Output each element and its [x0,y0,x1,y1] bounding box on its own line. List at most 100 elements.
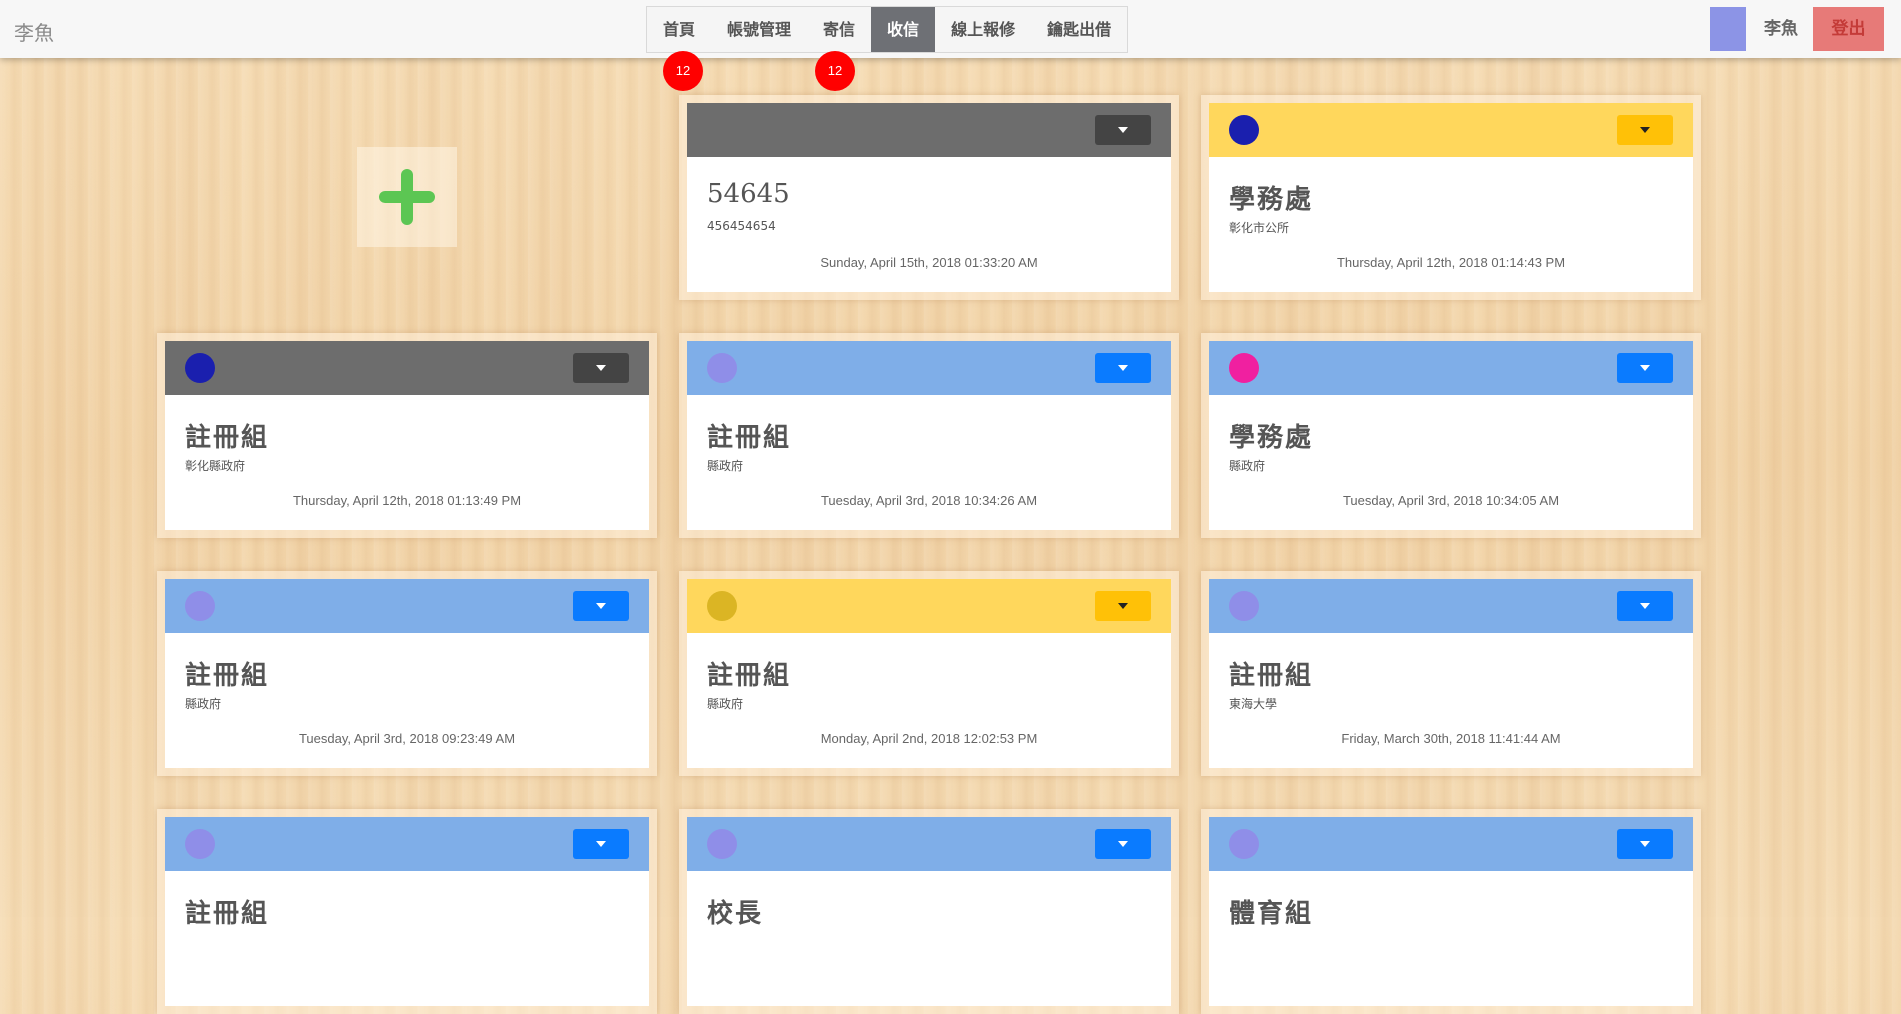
card-header [1209,579,1693,633]
card-dropdown-button[interactable] [1617,829,1673,859]
nav-item-label: 寄信 [823,20,856,39]
user-name[interactable]: 李魚 [1748,7,1814,51]
message-card[interactable]: 註冊組 東海大學 Friday, March 30th, 2018 11:41:44… [1201,571,1701,776]
add-message-button[interactable] [357,147,457,247]
sender-color-dot [1229,829,1259,859]
logout-button[interactable]: 登出 [1813,7,1884,51]
card-header [165,341,649,395]
nav-item-label: 鑰匙出借 [1047,20,1112,39]
caret-down-icon [1640,841,1650,847]
message-card[interactable]: 54645 456454654 Sunday, April 15th, 2018 0… [679,95,1179,300]
main-nav: 首頁 12 帳號管理 寄信 12 收信 線上報修 鑰匙出借 [646,6,1129,91]
nav-item-online-repair[interactable]: 線上報修 [935,7,1031,52]
card-body: 學務處彰化市公所 Thursday, April 12th, 2018 01:14… [1209,103,1693,292]
card-dropdown-button[interactable] [1617,591,1673,621]
card-dropdown-button[interactable] [1095,829,1151,859]
card-timestamp: Tuesday, April 3rd, 2018 09:23:49 AM [298,731,516,746]
card-header [687,103,1171,157]
card-body: 學務處 縣政府 Tuesday, April 3rd, 2018 10:34:05 … [1209,341,1693,530]
sender-color-dot [707,829,737,859]
nav-item-home[interactable]: 首頁 12 [647,7,711,91]
sender-color-dot [185,591,215,621]
caret-down-icon [1118,841,1128,847]
card-timestamp: Sunday, April 15th, 2018 01:33:20 AM [820,255,1038,270]
card-body: 註冊組縣政府 Monday, April 2nd, 2018 12:02:53 P… [687,579,1171,768]
card-title: 54645 [707,179,790,209]
card-header [687,579,1171,633]
message-card[interactable]: 校長 [679,809,1179,1014]
card-timestamp: Tuesday, April 3rd, 2018 10:34:26 AM [820,493,1038,508]
card-title: 體育組 [1229,899,1314,929]
caret-down-icon [1118,127,1128,133]
card-title: 註冊組 [707,661,792,691]
card-sender: 縣政府 [1229,459,1266,473]
nav-item-send-mail[interactable]: 寄信 12 [807,7,871,91]
nav-item-inbox[interactable]: 收信 [871,7,936,52]
card-title: 註冊組 [185,423,270,453]
card-body: 註冊組縣政府 Tuesday, April 3rd, 2018 09:23:49 … [165,579,649,768]
message-card[interactable]: 體育組 [1201,809,1701,1014]
message-card[interactable]: 學務處彰化市公所 Thursday, April 12th, 2018 01:14… [1201,95,1701,300]
sender-color-dot [1229,115,1259,145]
sender-color-dot [1229,591,1259,621]
message-card[interactable]: 學務處 縣政府 Tuesday, April 3rd, 2018 10:34:05 … [1201,333,1701,538]
card-body: 體育組 [1209,817,1693,1006]
card-sender: 縣政府 [185,697,222,711]
caret-down-icon [596,365,606,371]
caret-down-icon [1118,365,1128,371]
card-title: 註冊組 [1229,661,1314,691]
card-timestamp: Monday, April 2nd, 2018 12:02:53 PM [820,731,1038,746]
card-timestamp: Friday, March 30th, 2018 11:41:44 AM [1341,731,1561,746]
caret-down-icon [1640,603,1650,609]
card-header [687,341,1171,395]
card-body: 註冊組 彰化縣政府 Thursday, April 12th, 2018 01:13… [165,341,649,530]
nav-item-account-management[interactable]: 帳號管理 [711,7,807,52]
notification-badge: 12 [663,51,703,91]
card-sender: 彰化市公所 [1229,221,1290,235]
card-dropdown-button[interactable] [573,353,629,383]
message-card[interactable]: 註冊組縣政府 Tuesday, April 3rd, 2018 09:23:49 … [157,571,657,776]
card-body: 註冊組 東海大學 Friday, March 30th, 2018 11:41:44… [1209,579,1693,768]
nav-item-key-lending[interactable]: 鑰匙出借 [1031,7,1127,52]
nav-item-label: 帳號管理 [727,20,792,39]
brand-name[interactable]: 李魚 [14,17,54,46]
card-header [1209,817,1693,871]
card-dropdown-button[interactable] [1095,353,1151,383]
top-navbar: 李魚 首頁 12 帳號管理 寄信 12 收信 線上報修 鑰匙出借 李魚 登出 [0,0,1901,91]
user-color-swatch [1710,7,1746,51]
card-body: 註冊組縣政府 Tuesday, April 3rd, 2018 10:34:26 … [687,341,1171,530]
card-title: 註冊組 [707,423,792,453]
caret-down-icon [596,603,606,609]
card-dropdown-button[interactable] [1095,115,1151,145]
message-card[interactable]: 註冊組 彰化縣政府 Thursday, April 12th, 2018 01:13… [157,333,657,538]
card-dropdown-button[interactable] [573,829,629,859]
card-sender: 縣政府 [707,697,744,711]
card-dropdown-button[interactable] [573,591,629,621]
caret-down-icon [1640,365,1650,371]
card-sender: 彰化縣政府 [185,459,246,473]
card-title: 註冊組 [185,899,270,929]
card-title: 校長 [707,899,764,929]
notification-badge: 12 [815,51,856,91]
card-timestamp: Thursday, April 12th, 2018 01:14:43 PM [1336,255,1566,270]
card-dropdown-button[interactable] [1617,353,1673,383]
caret-down-icon [596,841,606,847]
card-timestamp: Tuesday, April 3rd, 2018 10:34:05 AM [1342,493,1560,508]
caret-down-icon [1118,603,1128,609]
card-title: 學務處 [1229,185,1314,215]
sender-color-dot [707,353,737,383]
card-dropdown-button[interactable] [1095,591,1151,621]
message-card[interactable]: 註冊組縣政府 Tuesday, April 3rd, 2018 10:34:26 … [679,333,1179,538]
card-header [687,817,1171,871]
card-title: 註冊組 [185,661,270,691]
sender-color-dot [707,591,737,621]
sender-color-dot [1229,353,1259,383]
nav-item-label: 線上報修 [951,20,1016,39]
nav-item-label: 首頁 [663,20,696,39]
message-card[interactable]: 註冊組 [157,809,657,1014]
sender-color-dot [185,829,215,859]
caret-down-icon [1640,127,1650,133]
card-dropdown-button[interactable] [1617,115,1673,145]
message-card[interactable]: 註冊組縣政府 Monday, April 2nd, 2018 12:02:53 P… [679,571,1179,776]
card-sender: 縣政府 [707,459,744,473]
